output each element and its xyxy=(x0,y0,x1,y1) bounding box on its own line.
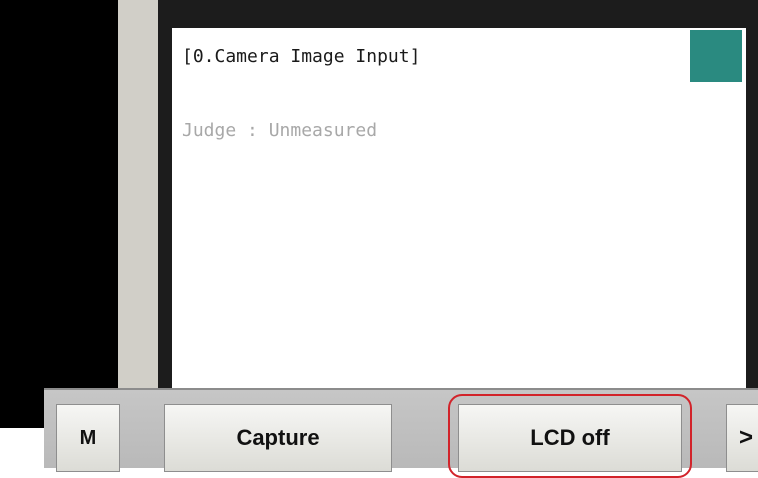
panel-frame-top xyxy=(158,0,758,12)
left-black-area xyxy=(0,0,118,428)
left-gray-band xyxy=(118,0,158,428)
status-indicator xyxy=(690,30,742,82)
panel-frame-top-inner xyxy=(172,12,746,28)
capture-button[interactable]: Capture xyxy=(164,404,392,472)
judge-status: Judge : Unmeasured xyxy=(182,120,378,141)
m-button[interactable]: M xyxy=(56,404,120,472)
bottom-toolbar: M Capture LCD off > xyxy=(44,388,758,478)
more-button[interactable]: > xyxy=(726,404,758,472)
panel-frame-right xyxy=(746,12,758,394)
panel-frame-left xyxy=(158,12,172,394)
panel-title: [0.Camera Image Input] xyxy=(182,46,421,67)
lower-left-blank xyxy=(0,428,44,468)
result-panel: [0.Camera Image Input] Judge : Unmeasure… xyxy=(172,28,746,394)
lcd-off-button[interactable]: LCD off xyxy=(458,404,682,472)
